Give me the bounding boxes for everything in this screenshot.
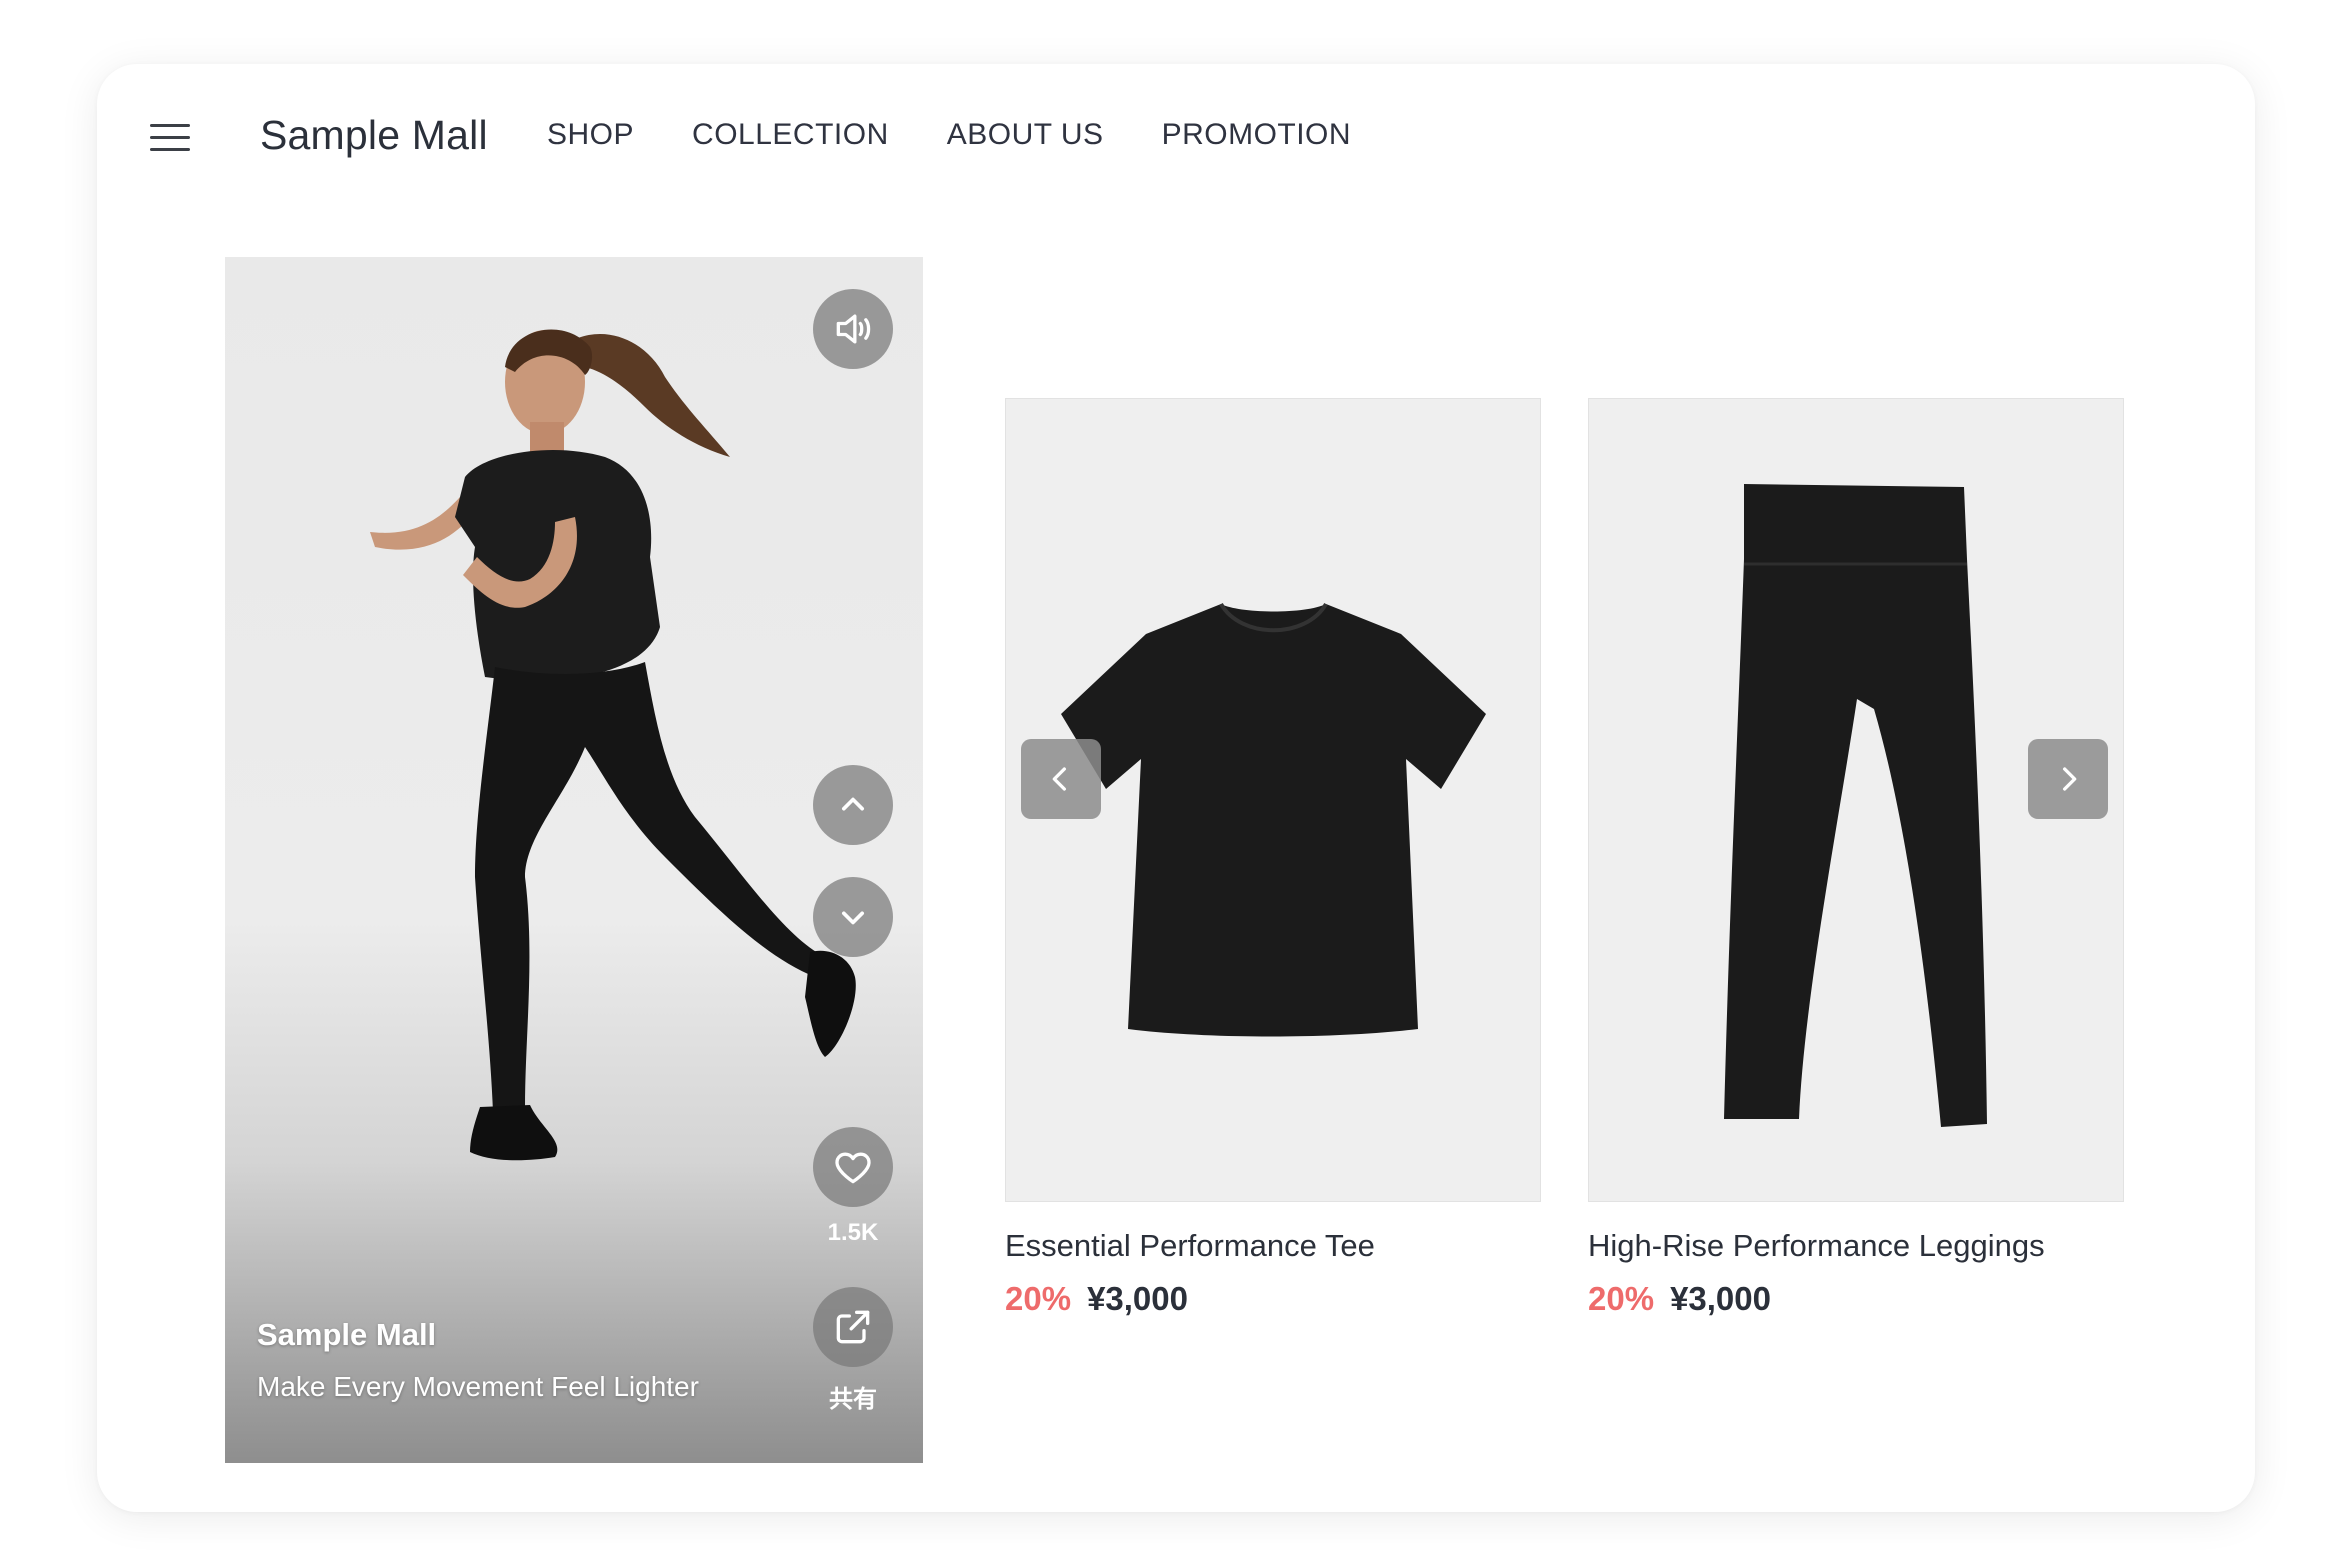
hamburger-menu-icon[interactable] — [150, 124, 190, 154]
discount-label: 20% — [1005, 1280, 1072, 1317]
share-button[interactable] — [813, 1287, 893, 1367]
product-card[interactable]: High-Rise Performance Leggings 20% ¥3,000 — [1588, 398, 2124, 1318]
discount-label: 20% — [1588, 1280, 1655, 1317]
chevron-down-icon — [842, 911, 864, 925]
price-value: ¥3,000 — [1087, 1280, 1188, 1317]
share-icon — [836, 1310, 870, 1344]
main-nav: SHOP COLLECTION ABOUT US PROMOTION — [547, 118, 1409, 152]
nav-promotion[interactable]: PROMOTION — [1162, 118, 1352, 152]
nav-shop[interactable]: SHOP — [547, 118, 634, 152]
product-card[interactable]: Essential Performance Tee 20% ¥3,000 — [1005, 398, 1541, 1318]
next-video-button[interactable] — [813, 877, 893, 957]
chevron-right-icon — [2063, 767, 2077, 791]
share-label: 共有 — [829, 1386, 877, 1413]
product-price: 20% ¥3,000 — [1005, 1280, 1541, 1318]
product-price: 20% ¥3,000 — [1588, 1280, 2124, 1318]
nav-about-us[interactable]: ABOUT US — [947, 118, 1104, 152]
like-button[interactable] — [813, 1127, 893, 1207]
price-value: ¥3,000 — [1670, 1280, 1771, 1317]
nav-collection[interactable]: COLLECTION — [692, 118, 889, 152]
volume-button[interactable] — [813, 289, 893, 369]
model-image — [370, 329, 856, 1161]
heart-icon — [835, 1152, 871, 1184]
brand-logo[interactable]: Sample Mall — [260, 112, 488, 159]
product-image[interactable] — [1005, 398, 1541, 1202]
product-image[interactable] — [1588, 398, 2124, 1202]
chevron-up-icon — [842, 797, 864, 811]
chevron-left-icon — [1052, 767, 1066, 791]
page-card: Sample Mall SHOP COLLECTION ABOUT US PRO… — [97, 64, 2255, 1512]
video-tagline: Make Every Movement Feel Lighter — [257, 1371, 699, 1402]
like-count: 1.5K — [827, 1219, 879, 1246]
promo-video[interactable]: 1.5K 共有 Sample Mall Make Every Movement … — [225, 257, 923, 1463]
volume-icon — [836, 314, 871, 344]
carousel-next-button[interactable] — [2028, 739, 2108, 819]
prev-video-button[interactable] — [813, 765, 893, 845]
product-name[interactable]: High-Rise Performance Leggings — [1588, 1228, 2124, 1264]
product-name[interactable]: Essential Performance Tee — [1005, 1228, 1541, 1264]
video-brand: Sample Mall — [257, 1317, 437, 1352]
carousel-prev-button[interactable] — [1021, 739, 1101, 819]
